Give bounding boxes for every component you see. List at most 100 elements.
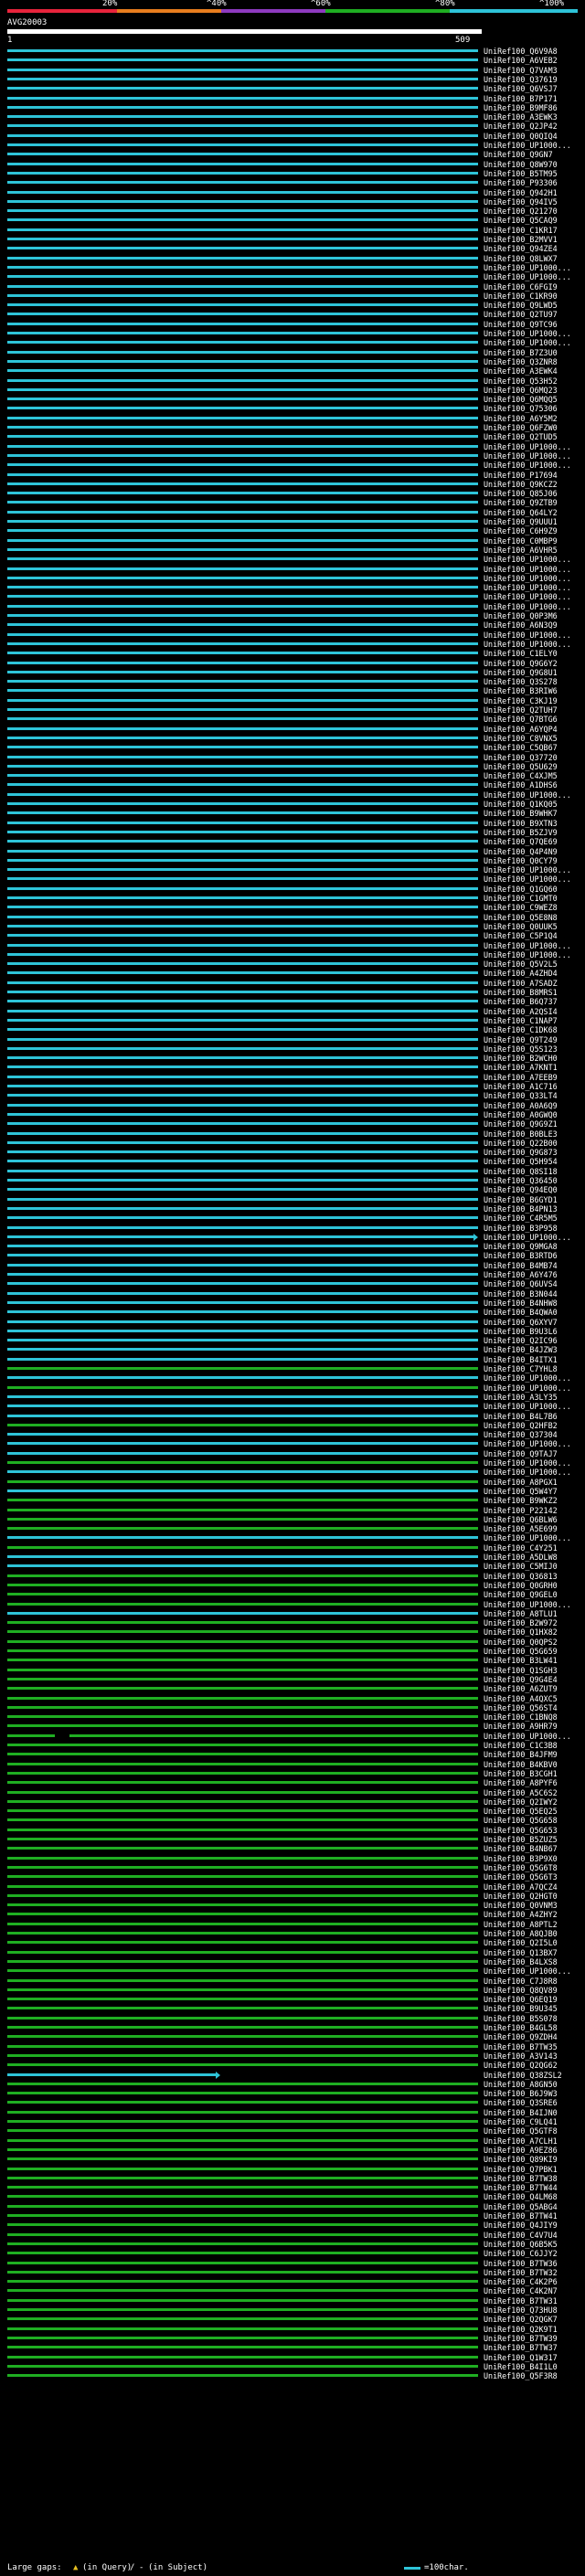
hit-row[interactable]: UniRef100_C3KJ19 [0, 696, 585, 705]
hit-row[interactable]: UniRef100_A6VEB2 [0, 56, 585, 65]
hit-row[interactable]: UniRef100_B4ITX1 [0, 1355, 585, 1364]
hit-row[interactable]: UniRef100_Q9ZDH4 [0, 2032, 585, 2041]
hit-label[interactable]: UniRef100_UP1000... [484, 602, 585, 611]
hit-row[interactable]: UniRef100_C4K2P6 [0, 2277, 585, 2286]
hit-row[interactable]: UniRef100_P22142 [0, 1506, 585, 1515]
hit-label[interactable]: UniRef100_UP1000... [484, 790, 585, 800]
hit-row[interactable]: UniRef100_A6YQP4 [0, 725, 585, 734]
hit-row[interactable]: UniRef100_Q1KQ05 [0, 800, 585, 809]
hit-row[interactable]: UniRef100_C1GMT0 [0, 894, 585, 903]
hit-label[interactable]: UniRef100_A4ZHD4 [484, 969, 585, 978]
hit-row[interactable]: UniRef100_B4PN13 [0, 1204, 585, 1214]
hit-label[interactable]: UniRef100_B9WKZ2 [484, 1496, 585, 1505]
hit-label[interactable]: UniRef100_Q5G6T8 [484, 1863, 585, 1872]
hit-row[interactable]: UniRef100_A9HR79 [0, 1722, 585, 1731]
hit-row[interactable]: UniRef100_B2MVV1 [0, 235, 585, 244]
hit-label[interactable]: UniRef100_Q33LT4 [484, 1091, 585, 1100]
hit-row[interactable]: UniRef100_A8QJB0 [0, 1929, 585, 1938]
hit-row[interactable]: UniRef100_UP1000... [0, 865, 585, 875]
hit-row[interactable]: UniRef100_UP1000... [0, 565, 585, 574]
hit-label[interactable]: UniRef100_B6J9W3 [484, 2089, 585, 2098]
hit-row[interactable]: UniRef100_UP1000... [0, 1732, 585, 1741]
hit-row[interactable]: UniRef100_Q22B00 [0, 1139, 585, 1148]
hit-label[interactable]: UniRef100_Q2QG62 [484, 2061, 585, 2070]
hit-label[interactable]: UniRef100_UP1000... [484, 865, 585, 875]
hit-row[interactable]: UniRef100_UP1000... [0, 640, 585, 649]
hit-row[interactable]: UniRef100_C4Y251 [0, 1543, 585, 1553]
hit-label[interactable]: UniRef100_B2MVV1 [484, 235, 585, 244]
hit-label[interactable]: UniRef100_Q1KQ05 [484, 800, 585, 809]
hit-row[interactable]: UniRef100_A1C716 [0, 1082, 585, 1091]
hit-row[interactable]: UniRef100_B4I1L0 [0, 2362, 585, 2371]
hit-label[interactable]: UniRef100_B3CGH1 [484, 1769, 585, 1778]
hit-label[interactable]: UniRef100_Q6B5K5 [484, 2240, 585, 2249]
hit-label[interactable]: UniRef100_Q0P3M6 [484, 611, 585, 620]
hit-label[interactable]: UniRef100_Q2QGK7 [484, 2315, 585, 2324]
hit-label[interactable]: UniRef100_A3EWK3 [484, 112, 585, 122]
hit-row[interactable]: UniRef100_Q5CAQ9 [0, 216, 585, 225]
hit-label[interactable]: UniRef100_UP1000... [484, 565, 585, 574]
hit-label[interactable]: UniRef100_P17694 [484, 471, 585, 480]
hit-row[interactable]: UniRef100_B3LW41 [0, 1656, 585, 1665]
hit-label[interactable]: UniRef100_B3RTD6 [484, 1251, 585, 1260]
hit-label[interactable]: UniRef100_B4I1L0 [484, 2362, 585, 2371]
hit-label[interactable]: UniRef100_C1NAP7 [484, 1016, 585, 1025]
hit-label[interactable]: UniRef100_Q9T249 [484, 1035, 585, 1044]
hit-label[interactable]: UniRef100_Q6MQ23 [484, 386, 585, 395]
hit-label[interactable]: UniRef100_Q8SI18 [484, 1167, 585, 1176]
hit-label[interactable]: UniRef100_Q7PBK1 [484, 2165, 585, 2174]
hit-label[interactable]: UniRef100_UP1000... [484, 592, 585, 601]
hit-row[interactable]: UniRef100_C1C3B8 [0, 1741, 585, 1750]
hit-label[interactable]: UniRef100_B6Q737 [484, 997, 585, 1006]
hit-label[interactable]: UniRef100_Q1W317 [484, 2353, 585, 2362]
hit-row[interactable]: UniRef100_B4L7B6 [0, 1412, 585, 1421]
hit-row[interactable]: UniRef100_P17694 [0, 471, 585, 480]
hit-row[interactable]: UniRef100_A5DLW8 [0, 1553, 585, 1562]
hit-label[interactable]: UniRef100_Q9KCZ2 [484, 480, 585, 489]
hit-row[interactable]: UniRef100_Q9TAJ7 [0, 1449, 585, 1458]
hit-label[interactable]: UniRef100_Q5H954 [484, 1157, 585, 1166]
hit-label[interactable]: UniRef100_B3P9X0 [484, 1854, 585, 1863]
hit-label[interactable]: UniRef100_Q2TU97 [484, 310, 585, 319]
hit-row[interactable]: UniRef100_Q5F3R8 [0, 2371, 585, 2380]
hit-row[interactable]: UniRef100_A9EZ86 [0, 2146, 585, 2155]
hit-label[interactable]: UniRef100_Q6XYV7 [484, 1318, 585, 1327]
hit-row[interactable]: UniRef100_B9WHK7 [0, 809, 585, 818]
hit-label[interactable]: UniRef100_C8VNX5 [484, 734, 585, 743]
hit-row[interactable]: UniRef100_P93306 [0, 178, 585, 187]
hit-row[interactable]: UniRef100_Q2HGT0 [0, 1892, 585, 1901]
hit-label[interactable]: UniRef100_Q36813 [484, 1572, 585, 1581]
hit-label[interactable]: UniRef100_UP1000... [484, 329, 585, 338]
hit-label[interactable]: UniRef100_Q5V2L5 [484, 959, 585, 969]
hit-label[interactable]: UniRef100_C1ELY0 [484, 649, 585, 658]
hit-row[interactable]: UniRef100_UP1000... [0, 461, 585, 470]
hit-row[interactable]: UniRef100_A7QCZ4 [0, 1882, 585, 1892]
hit-label[interactable]: UniRef100_Q6UVS4 [484, 1279, 585, 1288]
hit-label[interactable]: UniRef100_B2W972 [484, 1618, 585, 1627]
hit-row[interactable]: UniRef100_Q5W4Y7 [0, 1487, 585, 1496]
hit-label[interactable]: UniRef100_P22142 [484, 1506, 585, 1515]
hit-row[interactable]: UniRef100_B9U3L6 [0, 1327, 585, 1336]
hit-row[interactable]: UniRef100_Q1GQ60 [0, 885, 585, 894]
hit-row[interactable]: UniRef100_Q9GN7 [0, 150, 585, 159]
hit-label[interactable]: UniRef100_Q9UUU1 [484, 517, 585, 526]
hit-row[interactable]: UniRef100_C1BNQ8 [0, 1712, 585, 1722]
hit-row[interactable]: UniRef100_Q94IV5 [0, 197, 585, 207]
hit-label[interactable]: UniRef100_A8TLU1 [484, 1609, 585, 1618]
hit-label[interactable]: UniRef100_UP1000... [484, 272, 585, 281]
hit-label[interactable]: UniRef100_B9WHK7 [484, 809, 585, 818]
hit-row[interactable]: UniRef100_Q7VAM3 [0, 66, 585, 75]
hit-row[interactable]: UniRef100_B6GYD1 [0, 1195, 585, 1204]
hit-row[interactable]: UniRef100_B4QWA0 [0, 1308, 585, 1317]
hit-row[interactable]: UniRef100_C6H9Z9 [0, 526, 585, 535]
hit-row[interactable]: UniRef100_B9WKZ2 [0, 1496, 585, 1505]
hit-row[interactable]: UniRef100_C9WEZ8 [0, 903, 585, 912]
hit-label[interactable]: UniRef100_A9EZ86 [484, 2146, 585, 2155]
hit-label[interactable]: UniRef100_A8PYF6 [484, 1778, 585, 1787]
hit-row[interactable]: UniRef100_Q8SI18 [0, 1167, 585, 1176]
hit-row[interactable]: UniRef100_C7YHL8 [0, 1364, 585, 1373]
hit-row[interactable]: UniRef100_UP1000... [0, 1233, 585, 1242]
hit-label[interactable]: UniRef100_C5P1Q4 [484, 931, 585, 940]
hit-label[interactable]: UniRef100_Q8QV89 [484, 1986, 585, 1995]
hit-label[interactable]: UniRef100_Q73HU8 [484, 2306, 585, 2315]
